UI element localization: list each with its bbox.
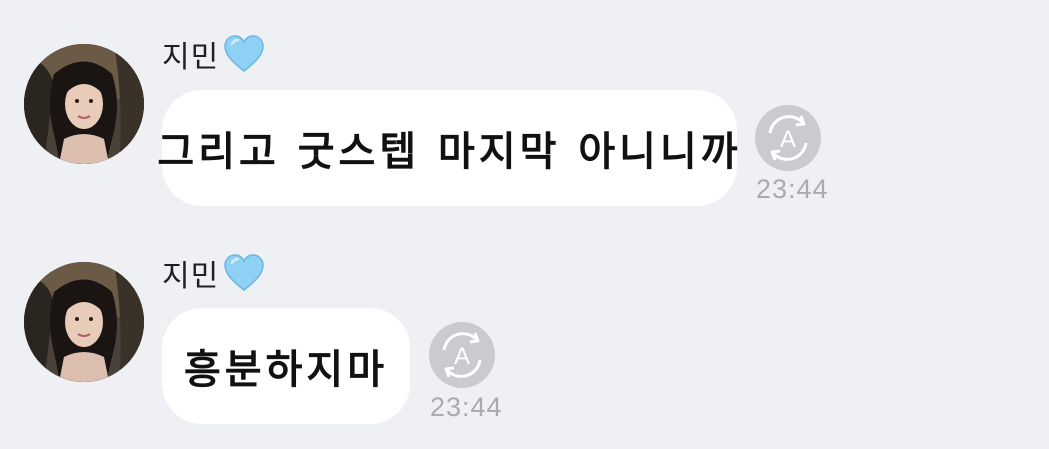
message-item: 지민 흥분하지마 A 23:44 <box>0 230 1049 449</box>
message-bubble[interactable]: 흥분하지마 <box>162 308 410 424</box>
avatar[interactable] <box>24 44 144 164</box>
message-item: 지민 그리고 굿스텝 마지막 아니니까 A 23:44 <box>0 0 1049 220</box>
sender-name: 지민 <box>162 40 220 75</box>
message-text: 그리고 굿스텝 마지막 아니니까 <box>157 129 742 175</box>
light-blue-heart-icon <box>223 34 265 74</box>
message-time: 23:44 <box>430 392 503 422</box>
auto-translate-label: A <box>780 126 796 153</box>
sender-row: 지민 <box>162 33 265 75</box>
sender-name: 지민 <box>162 259 220 294</box>
message-bubble[interactable]: 그리고 굿스텝 마지막 아니니까 <box>157 90 738 206</box>
auto-translate-button[interactable]: A <box>755 105 821 171</box>
auto-translate-label: A <box>454 343 470 370</box>
sender-row: 지민 <box>162 252 265 294</box>
message-time: 23:44 <box>756 174 829 204</box>
message-text: 흥분하지마 <box>184 347 388 393</box>
light-blue-heart-icon <box>223 253 265 293</box>
auto-translate-icon: A <box>442 332 482 378</box>
auto-translate-button[interactable]: A <box>429 322 495 388</box>
avatar[interactable] <box>24 262 144 382</box>
auto-translate-icon: A <box>768 115 808 161</box>
